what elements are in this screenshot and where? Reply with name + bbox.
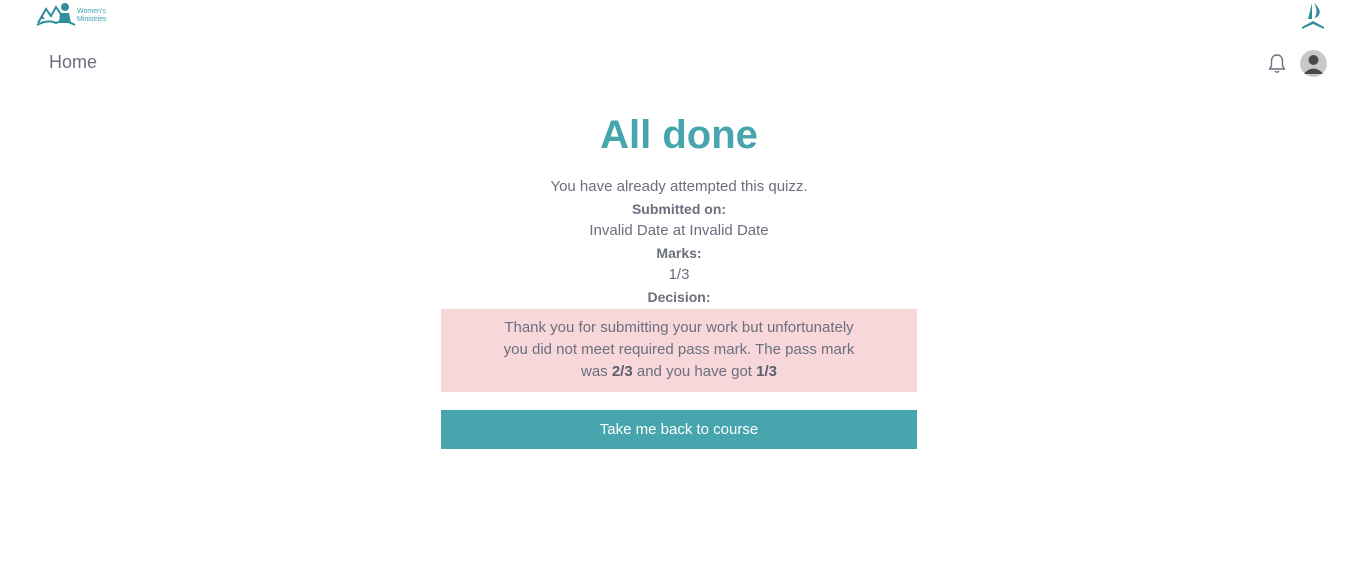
decision-label: Decision: [647,289,711,305]
user-avatar[interactable] [1300,50,1327,77]
score-value: 1/3 [756,363,777,380]
church-logo-icon [1302,3,1324,29]
decision-alert: Thank you for submitting your work but u… [441,309,917,392]
bell-icon[interactable] [1267,53,1287,75]
marks-value: 1/3 [668,266,690,283]
submitted-value: Invalid Date at Invalid Date [589,222,769,239]
womens-ministries-logo-icon [36,3,76,26]
nav-home-link[interactable]: Home [49,52,97,73]
quiz-result-panel: All done You have already attempted this… [441,108,917,449]
logo-text: Women's Ministries [77,8,107,24]
logo-text-line2: Ministries [77,16,107,23]
pass-mark-value: 2/3 [611,363,633,380]
decision-text-middle: and you have got [632,363,757,380]
top-bar: Women's Ministries [0,0,1352,32]
back-to-course-button[interactable]: Take me back to course [441,410,917,449]
marks-label: Marks: [656,245,702,261]
page-title: All done [600,113,758,157]
attempted-message: You have already attempted this quizz. [550,178,808,195]
submitted-label: Submitted on: [631,201,727,217]
logo-text-line1: Women's [77,8,106,15]
womens-ministries-logo[interactable]: Women's Ministries [36,1,116,27]
church-logo[interactable] [1298,1,1328,30]
nav-bar: Home [0,40,1352,86]
